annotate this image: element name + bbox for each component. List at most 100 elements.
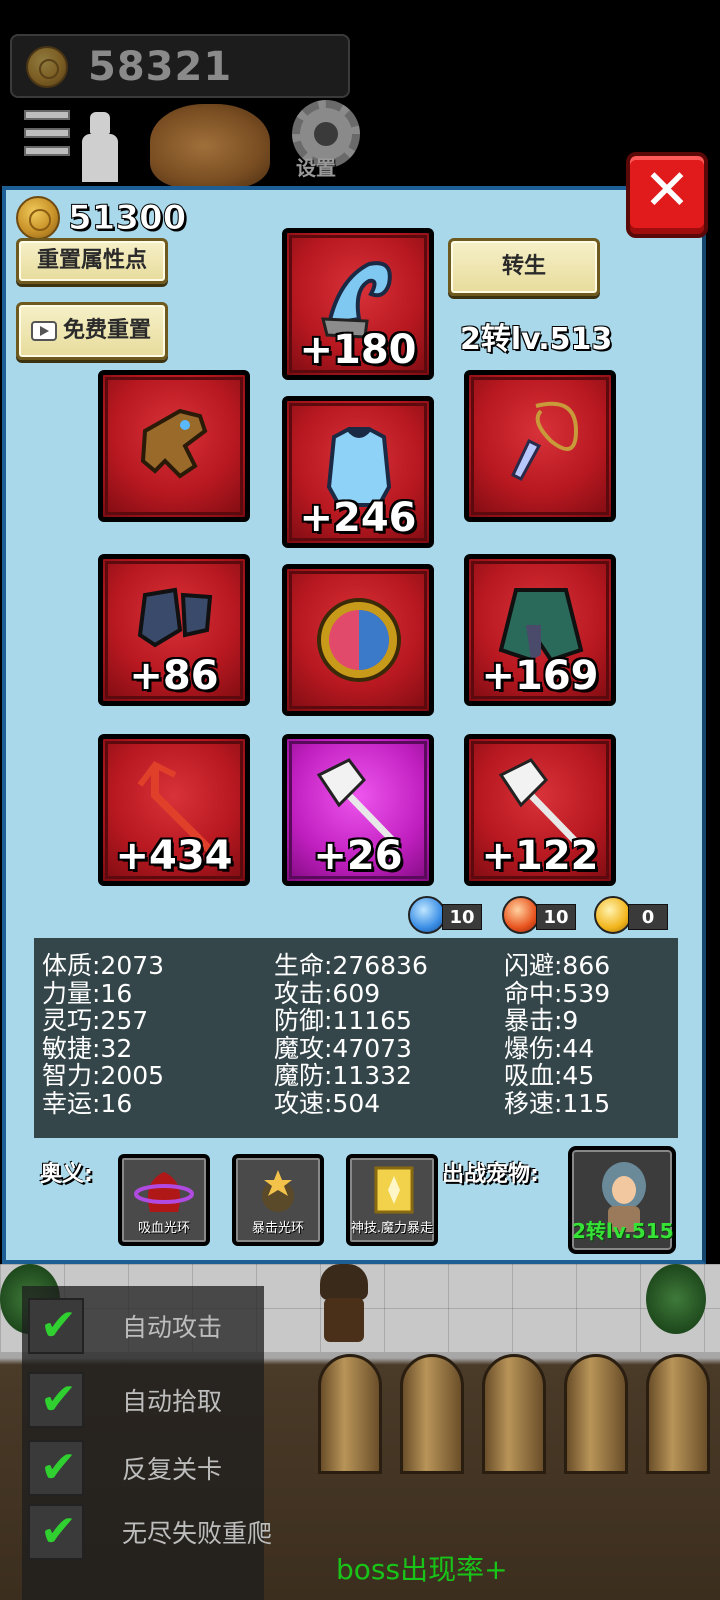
skill-mana-burst[interactable]: 神技.魔力暴走 (346, 1154, 438, 1246)
boss-rate-text: boss出现率+ (336, 1553, 508, 1586)
enhance-level: +26 (313, 833, 403, 879)
check-icon: ✔ (40, 1300, 77, 1351)
settings-tab[interactable]: 设置 (286, 100, 366, 184)
equip-slot-necklace[interactable] (464, 370, 616, 522)
close-button[interactable]: ✕ (626, 152, 708, 238)
player-character (312, 1264, 376, 1354)
character-panel: 51300 重置属性点 免费重置 转生 2转lv.513 +180 +246 +… (2, 186, 706, 1264)
stat-attack-speed: 攻速:504 (274, 1088, 381, 1118)
toggle-label: 自动拾取 (122, 1387, 223, 1416)
enhance-level: +169 (481, 653, 599, 699)
list-tab-icon[interactable] (24, 110, 70, 180)
coin-icon (26, 46, 68, 88)
active-pet[interactable]: 2转lv.515 (568, 1146, 676, 1254)
gold-amount: 58321 (88, 44, 233, 90)
skills-label: 奥义: (40, 1162, 93, 1187)
arch-door (646, 1354, 710, 1474)
stats-column-combat: 生命:276836 攻击:609 防御:11165 魔攻:47073 魔防:11… (274, 952, 428, 1117)
settings-label: 设置 (296, 156, 336, 180)
check-icon: ✔ (40, 1442, 77, 1493)
checkbox[interactable]: ✔ (28, 1504, 84, 1560)
mana-burst-icon (374, 1166, 414, 1214)
check-icon: ✔ (40, 1374, 77, 1425)
equip-slot-axe-epic[interactable]: +26 (282, 734, 434, 886)
equip-slot-cape[interactable]: +169 (464, 554, 616, 706)
equip-slot-gloves[interactable] (98, 370, 250, 522)
lifesteal-aura-icon (134, 1172, 194, 1212)
arch-door (400, 1354, 464, 1474)
coin-icon (16, 196, 60, 240)
necklace-icon (511, 401, 579, 481)
skill-label: 神技.魔力暴走 (350, 1221, 434, 1236)
video-icon (31, 321, 57, 341)
stat-lifesteal: 吸血:45 (504, 1061, 595, 1090)
checkbox[interactable]: ✔ (28, 1440, 84, 1496)
gem-count: 0 (628, 904, 668, 930)
arch-door (318, 1354, 382, 1474)
arch-door (482, 1354, 546, 1474)
stat-dexterity: 灵巧:257 (42, 1006, 149, 1035)
toggle-auto-pickup[interactable]: ✔ 自动拾取 (26, 1368, 258, 1430)
stats-column-special: 闪避:866 命中:539 暴击:9 爆伤:44 吸血:45 移速:115 (504, 952, 610, 1117)
stat-magic-attack: 魔攻:47073 (274, 1033, 412, 1063)
checkbox[interactable]: ✔ (28, 1372, 84, 1428)
equip-slot-trident[interactable]: +434 (98, 734, 250, 886)
stat-crit-damage: 爆伤:44 (504, 1033, 595, 1063)
gloves-icon (140, 408, 208, 479)
auto-options-panel: ✔ 自动攻击 ✔ 自动拾取 ✔ 反复关卡 ✔ 无尽失败重爬 (22, 1286, 272, 1600)
stat-hp: 生命:276836 (274, 951, 428, 980)
water-gem-icon (408, 896, 446, 934)
free-reset-button[interactable]: 免费重置 (16, 302, 168, 360)
gem-count: 10 (536, 904, 576, 930)
equip-slot-axe[interactable]: +122 (464, 734, 616, 886)
stat-attack: 攻击:609 (274, 978, 381, 1008)
crit-aura-icon (262, 1170, 294, 1212)
toggle-repeat-stage[interactable]: ✔ 反复关卡 (26, 1436, 258, 1498)
enhance-level: +246 (299, 495, 417, 541)
arch-door (564, 1354, 628, 1474)
equip-slot-boots[interactable]: +86 (98, 554, 250, 706)
character-tab-icon[interactable] (78, 112, 122, 184)
stat-luck: 幸运:16 (42, 1088, 133, 1118)
panel-gold-amount: 51300 (67, 198, 187, 239)
stat-strength: 力量:16 (42, 978, 133, 1008)
stats-panel: 体质:2073 力量:16 灵巧:257 敏捷:32 智力:2005 幸运:16… (34, 938, 678, 1138)
check-icon: ✔ (40, 1506, 77, 1557)
toggle-label: 自动攻击 (122, 1313, 223, 1342)
stat-intelligence: 智力:2005 (42, 1061, 165, 1090)
checkbox[interactable]: ✔ (28, 1298, 84, 1354)
gold-counter: 58321 (10, 34, 350, 98)
skill-label: 暴击光环 (251, 1221, 304, 1236)
skill-crit-aura[interactable]: 暴击光环 (232, 1154, 324, 1246)
toggle-label: 无尽失败重爬 (122, 1519, 273, 1548)
free-reset-label: 免费重置 (62, 318, 151, 343)
enhance-level: +180 (299, 327, 417, 373)
stat-constitution: 体质:2073 (42, 951, 165, 980)
stats-column-base: 体质:2073 力量:16 灵巧:257 敏捷:32 智力:2005 幸运:16 (42, 952, 164, 1117)
equip-slot-hat[interactable]: +180 (282, 228, 434, 380)
top-bar: 58321 设置 (0, 0, 720, 200)
fire-gem-icon (502, 896, 540, 934)
bag-tab-icon[interactable] (150, 104, 270, 188)
toggle-label: 反复关卡 (122, 1455, 223, 1484)
pet-label: 出战宠物: (442, 1162, 539, 1187)
stat-magic-defense: 魔防:11332 (274, 1061, 412, 1090)
stat-defense: 防御:11165 (274, 1006, 412, 1035)
skill-label: 吸血光环 (137, 1221, 190, 1236)
orb-icon (317, 598, 401, 682)
toggle-endless-retry[interactable]: ✔ 无尽失败重爬 (26, 1500, 272, 1562)
rebirth-button[interactable]: 转生 (448, 238, 600, 296)
rebirth-level: 2转lv.513 (460, 322, 613, 357)
equip-slot-orb[interactable] (282, 564, 434, 716)
enhance-level: +86 (129, 653, 219, 699)
enhance-level: +434 (115, 833, 233, 879)
stat-crit: 暴击:9 (504, 1006, 579, 1035)
stat-agility: 敏捷:32 (42, 1033, 133, 1063)
stat-hit: 命中:539 (504, 978, 611, 1008)
toggle-auto-attack[interactable]: ✔ 自动攻击 (26, 1294, 258, 1356)
skill-lifesteal-aura[interactable]: 吸血光环 (118, 1154, 210, 1246)
reset-attributes-button[interactable]: 重置属性点 (16, 238, 168, 284)
close-icon: ✕ (643, 158, 691, 223)
equip-slot-armor[interactable]: +246 (282, 396, 434, 548)
enhance-level: +122 (481, 833, 599, 879)
